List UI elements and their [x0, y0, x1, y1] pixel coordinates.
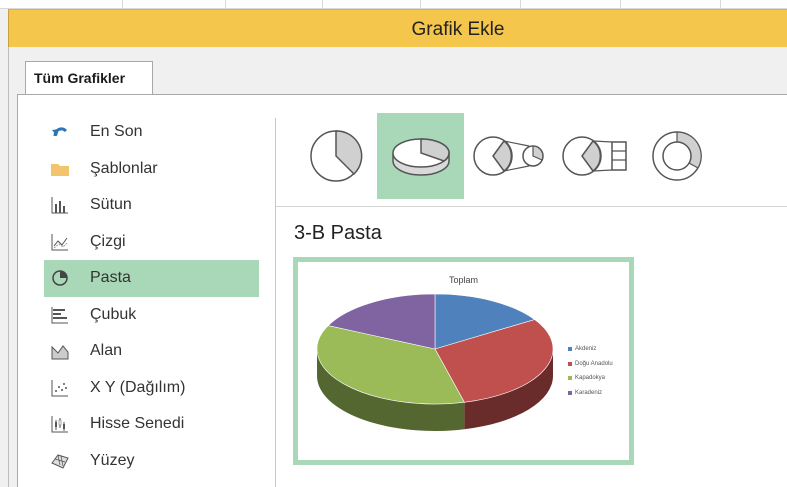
subtype-pie-3d[interactable] — [377, 113, 464, 199]
legend-label: Kapadokya — [575, 375, 606, 382]
subtype-pie[interactable] — [297, 113, 375, 199]
line-chart-icon — [50, 232, 70, 252]
sidebar-item-pie[interactable]: Pasta — [44, 260, 259, 297]
legend-swatch — [568, 347, 572, 352]
bar-of-pie-icon — [562, 136, 627, 176]
sidebar-item-area[interactable]: Alan — [44, 333, 259, 370]
stock-chart-icon — [50, 414, 70, 434]
recent-icon — [50, 122, 70, 142]
sidebar-item-label: Sütun — [90, 196, 132, 214]
top-strip — [0, 0, 787, 9]
legend-label: Karadeniz — [575, 389, 603, 396]
sidebar-item-label: Pasta — [90, 269, 131, 287]
legend-label: Akdeniz — [575, 346, 597, 353]
area-chart-icon — [50, 341, 70, 361]
sidebar-item-column[interactable]: Sütun — [44, 187, 259, 224]
subtype-bar-of-pie[interactable] — [556, 113, 634, 199]
dialog-title: Grafik Ekle — [411, 19, 505, 40]
chart-preview[interactable]: Toplam Akdeniz Doğu Anadolu Kapadokya Ka… — [293, 257, 634, 465]
surface-chart-icon — [50, 451, 70, 471]
legend-label: Doğu Anadolu — [575, 360, 613, 367]
tab-all-charts[interactable]: Tüm Grafikler — [25, 61, 153, 94]
pie-3d-icon — [391, 138, 450, 176]
sidebar-item-label: X Y (Dağılım) — [90, 378, 186, 396]
sidebar-item-surface[interactable]: Yüzey — [44, 443, 259, 480]
doughnut-icon — [652, 131, 702, 181]
column-chart-icon — [50, 195, 70, 215]
sidebar-item-recent[interactable]: En Son — [44, 114, 259, 151]
folder-icon — [50, 159, 70, 179]
sidebar-item-label: Çizgi — [90, 232, 126, 250]
chart-category-list: En Son Şablonlar Sütun Çizgi Pasta Çubuk — [44, 114, 259, 479]
legend-swatch — [568, 390, 572, 395]
sidebar-item-label: Şablonlar — [90, 159, 158, 177]
subtype-pie-of-pie[interactable] — [470, 113, 550, 199]
panel-divider — [275, 118, 276, 487]
sidebar-item-templates[interactable]: Şablonlar — [44, 151, 259, 188]
legend-item: Karadeniz — [568, 386, 613, 401]
sidebar-item-label: Çubuk — [90, 305, 137, 323]
legend-swatch — [568, 376, 572, 381]
gallery-separator — [276, 206, 787, 207]
sidebar-item-stock[interactable]: Hisse Senedi — [44, 406, 259, 443]
sidebar-item-label: Alan — [90, 342, 123, 360]
legend-swatch — [568, 361, 572, 366]
legend-item: Akdeniz — [568, 342, 613, 357]
sidebar-item-bar[interactable]: Çubuk — [44, 297, 259, 334]
subtype-doughnut[interactable] — [639, 113, 715, 199]
sidebar-item-label: Hisse Senedi — [90, 415, 185, 433]
sidebar-item-scatter[interactable]: X Y (Dağılım) — [44, 370, 259, 407]
pie-of-pie-icon — [473, 136, 544, 176]
sidebar-item-line[interactable]: Çizgi — [44, 224, 259, 261]
chart-legend: Akdeniz Doğu Anadolu Kapadokya Karadeniz — [568, 342, 613, 400]
sidebar-item-label: En Son — [90, 123, 143, 141]
dialog-title-bar: Grafik Ekle — [8, 9, 787, 47]
bar-chart-icon — [50, 305, 70, 325]
legend-item: Doğu Anadolu — [568, 357, 613, 372]
legend-item: Kapadokya — [568, 371, 613, 386]
sidebar-item-label: Yüzey — [90, 451, 135, 469]
pie-chart-icon — [50, 268, 70, 288]
scatter-chart-icon — [50, 378, 70, 398]
selected-subtype-title: 3-B Pasta — [294, 222, 382, 244]
pie-icon — [310, 130, 363, 182]
